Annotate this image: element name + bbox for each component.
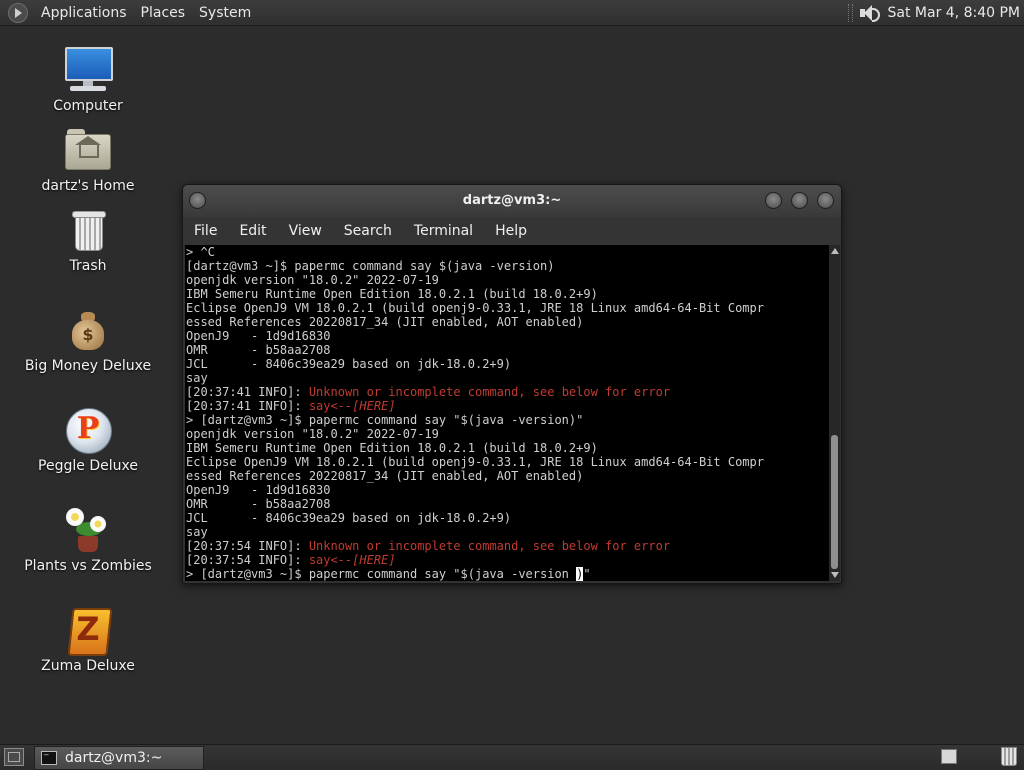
desktop-icon-label: dartz's Home [41, 178, 135, 194]
desktop-icon-label: Zuma Deluxe [41, 658, 135, 674]
main-menu-logo-icon[interactable] [8, 2, 28, 23]
panel-separator [847, 3, 853, 22]
menu-view[interactable]: View [278, 223, 333, 239]
prompt-input: > [dartz@vm3 ~]$ papermc command say "$(… [186, 567, 577, 581]
desktop-icon-big-money[interactable]: $ Big Money Deluxe [13, 306, 163, 374]
trash-applet-icon[interactable] [1001, 747, 1017, 766]
terminal-line: IBM Semeru Runtime Open Edition 18.0.2.1… [186, 441, 598, 455]
menu-help[interactable]: Help [484, 223, 538, 239]
error-say: say [308, 553, 331, 567]
taskbar-item-terminal[interactable]: dartz@vm3:~ [34, 746, 204, 770]
terminal-line: openjdk version "18.0.2" 2022-07-19 [186, 273, 439, 287]
trash-icon [64, 206, 112, 254]
desktop-icon-plants-vs-zombies[interactable]: Plants vs Zombies [13, 506, 163, 574]
money-bag-icon: $ [64, 306, 112, 354]
menu-places[interactable]: Places [134, 5, 193, 21]
menu-applications[interactable]: Applications [34, 5, 134, 21]
scroll-up-arrow-icon[interactable] [831, 248, 839, 254]
terminal-line: [20:37:54 INFO]: say<--[HERE] [185, 553, 829, 567]
show-desktop-icon[interactable] [4, 748, 24, 766]
terminal-line: essed References 20220817_34 (JIT enable… [186, 315, 584, 329]
error-message: Unknown or incomplete command, see below… [308, 385, 671, 399]
terminal-line: OMR - b58aa2708 [186, 497, 331, 511]
log-prefix: [20:37:41 INFO]: [186, 399, 309, 413]
terminal-line: Eclipse OpenJ9 VM 18.0.2.1 (build openj9… [186, 455, 764, 469]
terminal-window: dartz@vm3:~ File Edit View Search Termin… [182, 184, 842, 584]
desktop-icon-computer[interactable]: Computer [13, 46, 163, 114]
terminal-output[interactable]: > ^C [dartz@vm3 ~]$ papermc command say … [185, 245, 829, 581]
terminal-line: say [186, 525, 208, 539]
terminal-line: Eclipse OpenJ9 VM 18.0.2.1 (build openj9… [186, 301, 764, 315]
terminal-line: [20:37:54 INFO]: Unknown or incomplete c… [185, 539, 829, 553]
desktop-icon-label: Plants vs Zombies [24, 558, 152, 574]
desktop-icon-label: Trash [69, 258, 107, 274]
plants-vs-zombies-icon [64, 506, 112, 554]
terminal-line: [20:37:41 INFO]: say<--[HERE] [185, 399, 829, 413]
error-here-marker: <--[HERE] [330, 553, 396, 567]
menu-system[interactable]: System [192, 5, 258, 21]
terminal-line: JCL - 8406c39ea29 based on jdk-18.0.2+9) [186, 511, 512, 525]
desktop-icon-label: Computer [53, 98, 123, 114]
volume-icon[interactable] [859, 4, 880, 22]
window-titlebar[interactable]: dartz@vm3:~ [183, 185, 841, 217]
terminal-line: [20:37:41 INFO]: Unknown or incomplete c… [185, 385, 829, 399]
taskbar-item-label: dartz@vm3:~ [65, 750, 163, 766]
menu-edit[interactable]: Edit [228, 223, 277, 239]
terminal-line: > [dartz@vm3 ~]$ papermc command say "$(… [186, 413, 584, 427]
terminal-icon [41, 746, 57, 765]
terminal-line: OMR - b58aa2708 [186, 343, 331, 357]
log-prefix: [20:37:54 INFO]: [186, 553, 309, 567]
menu-search[interactable]: Search [333, 223, 403, 239]
terminal-line: JCL - 8406c39ea29 based on jdk-18.0.2+9) [186, 357, 512, 371]
terminal-line: OpenJ9 - 1d9d16830 [186, 483, 331, 497]
desktop-icon-zuma[interactable]: Z Zuma Deluxe [13, 606, 163, 674]
desktop-icon-label: Big Money Deluxe [24, 358, 152, 374]
desktop-icon-trash[interactable]: Trash [13, 206, 163, 274]
terminal-line: [dartz@vm3 ~]$ papermc command say $(jav… [186, 259, 555, 273]
peggle-icon: P [64, 406, 112, 454]
terminal-prompt-line[interactable]: > [dartz@vm3 ~]$ papermc command say "$(… [185, 567, 829, 581]
log-prefix: [20:37:41 INFO]: [186, 385, 309, 399]
terminal-line: say [186, 371, 208, 385]
home-folder-icon [64, 126, 112, 174]
bottom-panel: dartz@vm3:~ [0, 744, 1024, 770]
clock[interactable]: Sat Mar 4, 8:40 PM [888, 5, 1021, 21]
scroll-down-arrow-icon[interactable] [831, 572, 839, 578]
terminal-scrollbar[interactable] [829, 245, 840, 581]
scrollbar-thumb[interactable] [831, 435, 838, 569]
log-prefix: [20:37:54 INFO]: [186, 539, 309, 553]
terminal-menubar: File Edit View Search Terminal Help [183, 217, 841, 245]
prompt-trailing: " [583, 567, 591, 581]
maximize-button[interactable] [791, 192, 808, 209]
error-here-marker: <--[HERE] [330, 399, 396, 413]
terminal-line: openjdk version "18.0.2" 2022-07-19 [186, 427, 439, 441]
terminal-line: OpenJ9 - 1d9d16830 [186, 329, 331, 343]
terminal-line: IBM Semeru Runtime Open Edition 18.0.2.1… [186, 287, 598, 301]
terminal-line: > ^C [186, 245, 215, 259]
desktop-icon-label: Peggle Deluxe [38, 458, 138, 474]
top-panel: Applications Places System Sat Mar 4, 8:… [0, 0, 1024, 26]
terminal-line: essed References 20220817_34 (JIT enable… [186, 469, 584, 483]
desktop-icon-home[interactable]: dartz's Home [13, 126, 163, 194]
menu-file[interactable]: File [183, 223, 228, 239]
desktop-icon-peggle[interactable]: P Peggle Deluxe [13, 406, 163, 474]
window-title: dartz@vm3:~ [462, 193, 562, 208]
menu-terminal[interactable]: Terminal [403, 223, 484, 239]
close-button[interactable] [817, 192, 834, 209]
error-message: Unknown or incomplete command, see below… [308, 539, 671, 553]
zuma-icon: Z [64, 606, 113, 656]
error-say: say [308, 399, 331, 413]
computer-icon [64, 46, 113, 94]
minimize-button[interactable] [765, 192, 782, 209]
workspace-switcher[interactable] [941, 749, 957, 764]
